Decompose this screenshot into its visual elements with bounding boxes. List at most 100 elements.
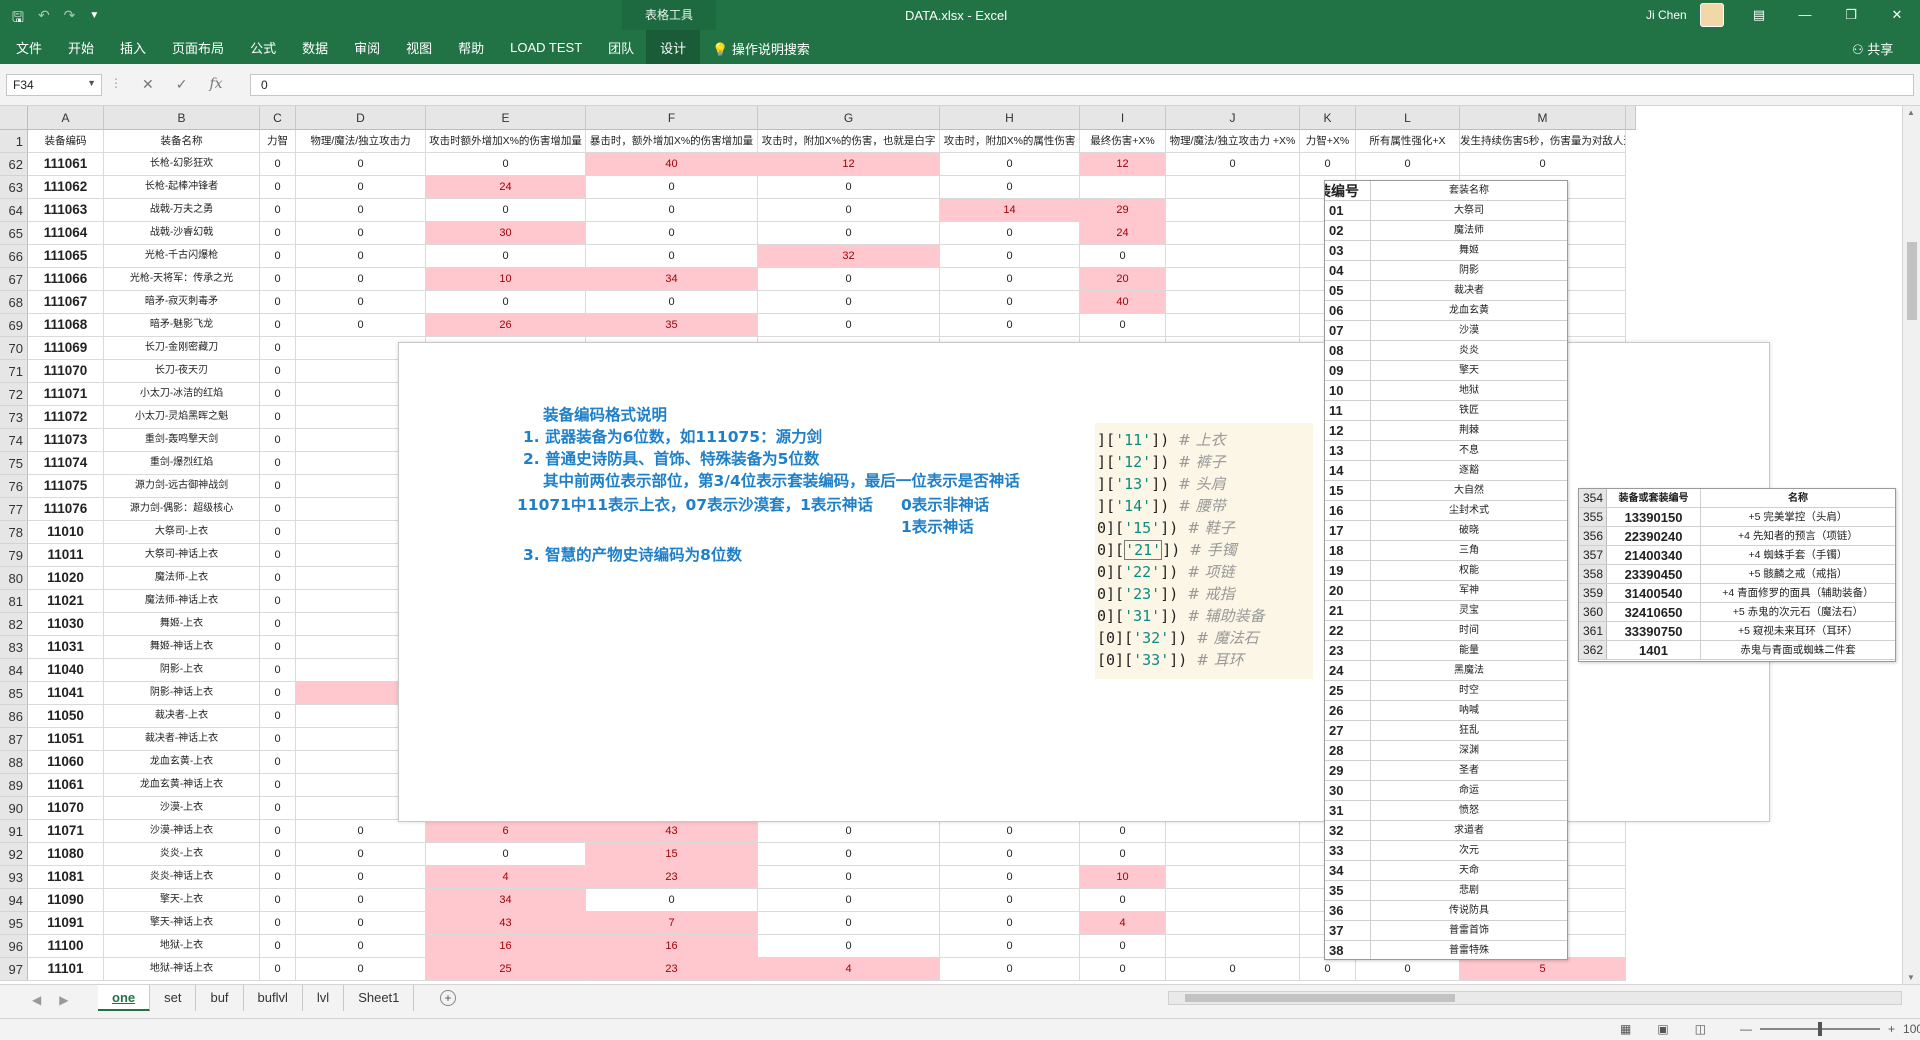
cell[interactable]: 0	[260, 820, 296, 843]
cell[interactable]: 0	[940, 245, 1080, 268]
cell[interactable]: 0	[296, 199, 426, 222]
scroll-down-icon[interactable]: ▼	[1907, 973, 1915, 982]
cell[interactable]: 长枪-起棒冲锋者	[104, 176, 260, 199]
cell[interactable]: 4	[426, 866, 586, 889]
cell[interactable]: 43	[586, 820, 758, 843]
myth-name[interactable]: +5 骸麟之戒（戒指）	[1701, 565, 1895, 583]
cell[interactable]: 11031	[28, 636, 104, 659]
cell[interactable]: 0	[940, 291, 1080, 314]
cell[interactable]: 炎炎-上衣	[104, 843, 260, 866]
cell[interactable]: 沙漠-神话上衣	[104, 820, 260, 843]
row-header[interactable]: 72	[0, 383, 28, 406]
suit-name[interactable]: 悲剧	[1371, 881, 1567, 900]
cell[interactable]: 11060	[28, 751, 104, 774]
suit-name[interactable]: 军神	[1371, 581, 1567, 600]
cell[interactable]: 29	[1080, 199, 1166, 222]
suit-name[interactable]: 阴影	[1371, 261, 1567, 280]
suit-code[interactable]: 20	[1325, 581, 1371, 600]
suit-name[interactable]: 魔法师	[1371, 221, 1567, 240]
cell[interactable]: 0	[260, 521, 296, 544]
column-header[interactable]: C	[260, 106, 296, 130]
cell[interactable]: 111069	[28, 337, 104, 360]
cell[interactable]: 0	[260, 268, 296, 291]
header-cell[interactable]: 攻击时，附加X%的属性伤害	[940, 130, 1080, 153]
cell[interactable]: 11090	[28, 889, 104, 912]
cell[interactable]: 0	[260, 429, 296, 452]
cell[interactable]: 0	[586, 176, 758, 199]
cell[interactable]: 0	[758, 222, 940, 245]
row-header[interactable]: 70	[0, 337, 28, 360]
suit-code[interactable]: 25	[1325, 681, 1371, 700]
avatar[interactable]	[1700, 3, 1724, 27]
suit-code[interactable]: 01	[1325, 201, 1371, 220]
cell[interactable]: 0	[1080, 843, 1166, 866]
cell[interactable]: 30	[426, 222, 586, 245]
column-header[interactable]: J	[1166, 106, 1300, 130]
cell[interactable]: 战戟-万夫之勇	[104, 199, 260, 222]
cell[interactable]: 11050	[28, 705, 104, 728]
cell[interactable]: 0	[260, 797, 296, 820]
select-all-corner[interactable]	[0, 106, 28, 130]
row-header[interactable]: 63	[0, 176, 28, 199]
cell[interactable]	[1166, 820, 1300, 843]
cell[interactable]	[1166, 889, 1300, 912]
cell[interactable]: 0	[1080, 958, 1166, 981]
row-header[interactable]: 65	[0, 222, 28, 245]
cell[interactable]: 0	[296, 866, 426, 889]
cell[interactable]: 0	[296, 958, 426, 981]
myth-code[interactable]: 32410650	[1607, 603, 1701, 621]
cell[interactable]: 龙血玄黄-上衣	[104, 751, 260, 774]
suit-code[interactable]: 11	[1325, 401, 1371, 420]
row-header[interactable]: 82	[0, 613, 28, 636]
cell[interactable]: 0	[260, 705, 296, 728]
cell[interactable]: 0	[260, 636, 296, 659]
minimize-icon[interactable]: —	[1782, 0, 1828, 30]
cell[interactable]: 0	[260, 222, 296, 245]
myth-name[interactable]: +4 青面修罗的面具（辅助装备）	[1701, 584, 1895, 602]
row-header[interactable]: 1	[0, 130, 28, 153]
cell[interactable]: 0	[758, 820, 940, 843]
vertical-scrollbar[interactable]: ▲ ▼	[1902, 106, 1920, 984]
cell[interactable]: 0	[758, 176, 940, 199]
cell[interactable]: 龙血玄黄-神话上衣	[104, 774, 260, 797]
row-header[interactable]: 78	[0, 521, 28, 544]
suit-name[interactable]: 逐豁	[1371, 461, 1567, 480]
cell[interactable]: 0	[940, 222, 1080, 245]
hscroll-thumb[interactable]	[1185, 994, 1455, 1002]
cell[interactable]: 0	[940, 889, 1080, 912]
cell[interactable]: 11011	[28, 544, 104, 567]
myth-name[interactable]: +5 赤鬼的次元石（魔法石）	[1701, 603, 1895, 621]
suit-code[interactable]: 36	[1325, 901, 1371, 920]
cell[interactable]: 0	[260, 889, 296, 912]
mythic-code-table[interactable]: 354 装备或套装编号 名称 355 13390150 +5 完美掌控（头肩） 356 223…	[1578, 488, 1896, 662]
cell[interactable]: 111071	[28, 383, 104, 406]
cell[interactable]: 23	[586, 866, 758, 889]
myth-code[interactable]: 13390150	[1607, 508, 1701, 526]
cell[interactable]: 地狱-神话上衣	[104, 958, 260, 981]
chevron-down-icon[interactable]: ▼	[87, 78, 96, 88]
cell[interactable]: 111062	[28, 176, 104, 199]
suit-name[interactable]: 愤怒	[1371, 801, 1567, 820]
cell[interactable]: 0	[940, 153, 1080, 176]
cell[interactable]: 战戟-沙睿幻戟	[104, 222, 260, 245]
suit-name[interactable]: 地狱	[1371, 381, 1567, 400]
cell[interactable]: 111067	[28, 291, 104, 314]
suit-code[interactable]: 19	[1325, 561, 1371, 580]
sheet-tab[interactable]: lvl	[303, 985, 345, 1011]
cell[interactable]: 0	[1080, 245, 1166, 268]
cell[interactable]: 光枪-天将军：传承之光	[104, 268, 260, 291]
myth-code[interactable]: 23390450	[1607, 565, 1701, 583]
cell[interactable]: 0	[1356, 958, 1460, 981]
cell[interactable]: 11080	[28, 843, 104, 866]
cell[interactable]: 0	[940, 314, 1080, 337]
cell[interactable]: 0	[1166, 153, 1300, 176]
ribbon-tab[interactable]: 审阅	[354, 38, 380, 57]
suit-name[interactable]: 天命	[1371, 861, 1567, 880]
cell[interactable]: 0	[758, 935, 940, 958]
share-button[interactable]: ⚇ 共享	[1852, 39, 1893, 58]
cell[interactable]: 地狱-上衣	[104, 935, 260, 958]
cell[interactable]: 0	[260, 475, 296, 498]
cell[interactable]: 0	[260, 682, 296, 705]
column-header[interactable]: G	[758, 106, 940, 130]
cell[interactable]	[1166, 268, 1300, 291]
